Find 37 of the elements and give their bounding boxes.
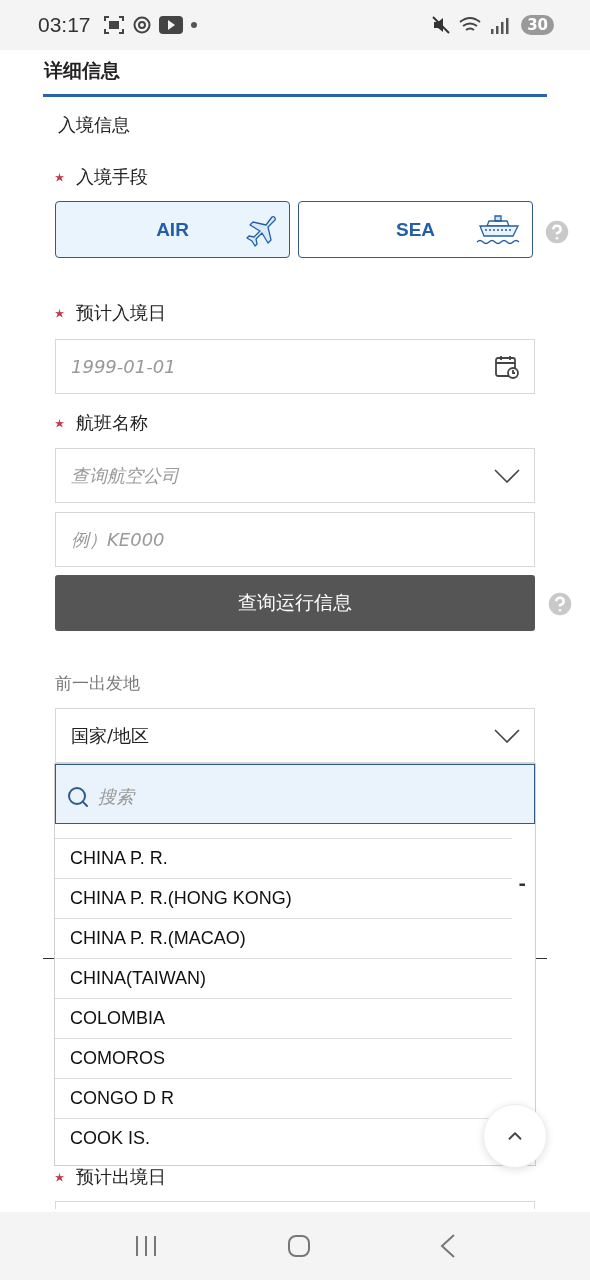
calendar-icon [494,353,520,380]
country-option[interactable]: COMOROS [70,1048,165,1069]
field-label: 航班名称 [76,411,148,435]
country-option[interactable]: CHINA P. R.(MACAO) [70,928,246,949]
search-icon [66,785,90,809]
chevron-down-icon [494,728,520,743]
field-label: 入境手段 [76,165,148,189]
subsection-title: 入境信息 [58,113,131,137]
chevron-down-icon [494,468,520,483]
dot-icon [190,22,197,28]
country-option[interactable]: CHINA(TAIWAN) [70,968,206,989]
play-icon [158,16,183,34]
status-time: 03:17 [38,13,91,37]
signal-icon [491,16,510,34]
help-icon[interactable] [542,217,572,247]
help-icon[interactable] [545,589,575,619]
country-option[interactable]: CONGO D R [70,1088,174,1109]
date-field[interactable] [55,1201,535,1209]
mute-icon [431,15,452,35]
back-icon[interactable] [439,1234,456,1258]
recent-apps-icon[interactable] [134,1235,159,1257]
home-icon[interactable] [287,1234,311,1258]
country-option[interactable]: COLOMBIA [70,1008,166,1029]
battery-level: 30 [521,15,554,35]
country-option[interactable]: COOK IS. [70,1128,150,1149]
country-option[interactable]: CHINA P. R. [70,848,168,869]
transport-option[interactable]: SEA [298,201,533,258]
country-select[interactable]: 国家/地区 [55,708,535,763]
section-title: 详细信息 [44,58,121,83]
search-flight-button[interactable]: 查询运行信息 [55,575,535,631]
screenshot-icon [102,15,125,35]
transport-option[interactable]: AIR [55,201,290,258]
country-option[interactable]: CHINA P. R.(HONG KONG) [70,888,292,909]
field-label: 预计出境日 [76,1165,166,1189]
field-label: 预计入境日 [76,301,166,325]
field-label: 前一出发地 [55,671,140,695]
range-separator: - [518,873,526,894]
